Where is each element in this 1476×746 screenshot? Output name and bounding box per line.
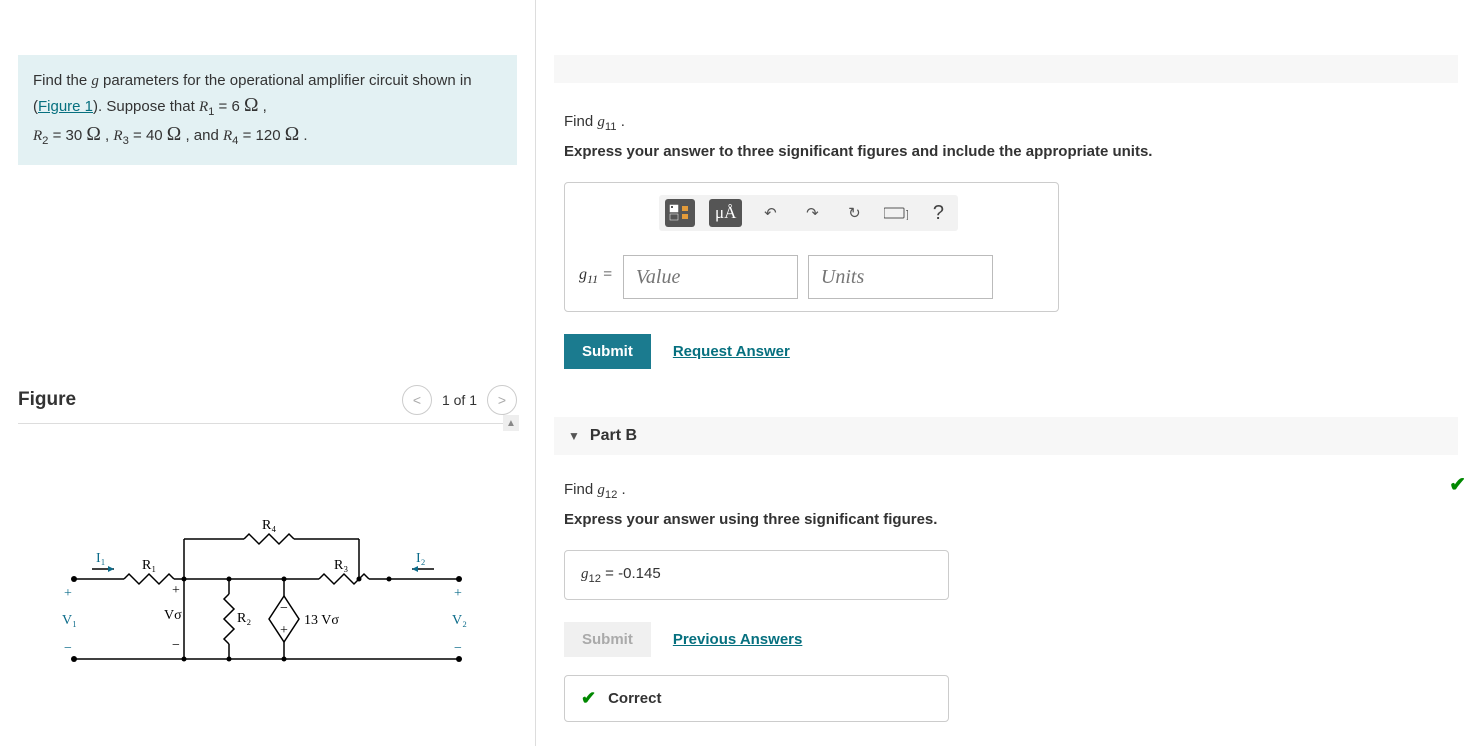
- right-panel: Find g11 . Express your answer to three …: [536, 0, 1476, 746]
- text: Ω: [244, 95, 259, 116]
- figure-count: 1 of 1: [442, 392, 477, 408]
- part-a-banner: [554, 55, 1458, 83]
- correct-label: Correct: [608, 690, 661, 707]
- units-input[interactable]: [808, 255, 993, 299]
- svg-text:−: −: [454, 641, 462, 656]
- text: .: [617, 113, 625, 130]
- left-panel: Find the g parameters for the operationa…: [0, 0, 536, 746]
- text: = 120: [238, 127, 284, 144]
- text: Find: [564, 113, 597, 130]
- text: .: [617, 481, 625, 498]
- svg-text:−: −: [280, 601, 288, 616]
- answer-toolbar: μÅ ↶ ↷ ↻ ] ?: [659, 195, 958, 231]
- keyboard-icon[interactable]: ]: [882, 199, 910, 227]
- text: R: [113, 128, 122, 144]
- svg-text:R₃: R₃: [334, 558, 348, 573]
- text: g: [597, 482, 605, 498]
- text: = 6: [214, 98, 244, 115]
- check-icon: ✔: [1449, 472, 1466, 497]
- text: R: [33, 128, 42, 144]
- text: g: [581, 566, 589, 582]
- figure-nav: < 1 of 1 >: [402, 385, 517, 415]
- help-icon[interactable]: ?: [924, 199, 952, 227]
- part-b-submit-row: Submit Previous Answers: [564, 622, 1458, 657]
- text: = 30: [48, 127, 86, 144]
- svg-text:+: +: [280, 623, 288, 638]
- part-a-prompt: Find g11 .: [564, 113, 1458, 133]
- answer-box: μÅ ↶ ↷ ↻ ] ? g11 =: [564, 182, 1059, 312]
- correct-feedback: ✔ Correct: [564, 675, 949, 722]
- text: R: [199, 99, 208, 115]
- text: Ω: [167, 124, 182, 145]
- svg-text:I₂: I₂: [416, 551, 426, 566]
- text: g: [597, 114, 605, 130]
- text: ). Suppose that: [93, 98, 199, 115]
- previous-answers-link[interactable]: Previous Answers: [673, 631, 803, 648]
- text: 12: [605, 489, 618, 501]
- redo-icon[interactable]: ↷: [798, 199, 826, 227]
- text: Ω: [285, 124, 300, 145]
- figure-next-button[interactable]: >: [487, 385, 517, 415]
- figure-prev-button[interactable]: <: [402, 385, 432, 415]
- caret-down-icon: ▼: [568, 429, 580, 443]
- svg-text:13 Vσ: 13 Vσ: [304, 613, 339, 628]
- units-icon[interactable]: μÅ: [709, 199, 742, 227]
- part-b-title: Part B: [590, 427, 637, 445]
- submit-button[interactable]: Submit: [564, 334, 651, 369]
- reset-icon[interactable]: ↻: [840, 199, 868, 227]
- part-a-section: Find g11 . Express your answer to three …: [554, 55, 1458, 369]
- part-b-header[interactable]: ▼ Part B: [554, 417, 1458, 455]
- svg-text:+: +: [172, 583, 180, 598]
- svg-text:R₁: R₁: [142, 558, 156, 573]
- text: 11: [605, 121, 617, 133]
- request-answer-link[interactable]: Request Answer: [673, 343, 790, 360]
- text: .: [299, 127, 307, 144]
- text: R: [223, 128, 232, 144]
- input-label: g11 =: [579, 266, 613, 287]
- template-picker-icon[interactable]: [665, 199, 695, 227]
- figure-title: Figure: [18, 389, 76, 411]
- submit-button-disabled: Submit: [564, 622, 651, 657]
- undo-icon[interactable]: ↶: [756, 199, 784, 227]
- svg-text:I₁: I₁: [96, 551, 106, 566]
- text: , and: [181, 127, 223, 144]
- svg-text:−: −: [64, 641, 72, 656]
- svg-text:+: +: [454, 586, 462, 601]
- text: Ω: [86, 124, 101, 145]
- svg-text:Vσ: Vσ: [164, 608, 182, 623]
- check-icon: ✔: [581, 688, 596, 709]
- part-b-answer: g12 = -0.145: [564, 550, 949, 600]
- svg-text:]: ]: [906, 209, 908, 220]
- svg-text:V₁: V₁: [62, 613, 77, 628]
- circuit-figure: .wire { stroke:#000; stroke-width:1.5; f…: [18, 424, 517, 714]
- input-row: g11 =: [579, 255, 1044, 299]
- svg-text:R₄: R₄: [262, 518, 276, 533]
- svg-text:−: −: [172, 638, 180, 653]
- text: Find the: [33, 72, 91, 89]
- submit-row: Submit Request Answer: [564, 334, 1458, 369]
- figure-link[interactable]: Figure 1: [38, 98, 93, 115]
- text: ,: [258, 98, 266, 115]
- text: ,: [101, 127, 114, 144]
- svg-text:V₂: V₂: [452, 613, 467, 628]
- text: Find: [564, 481, 597, 498]
- svg-text:R₂: R₂: [237, 611, 251, 626]
- svg-text:+: +: [64, 586, 72, 601]
- part-b-prompt: Find g12 .: [564, 481, 1458, 501]
- text: =: [601, 565, 618, 582]
- text: = 40: [129, 127, 167, 144]
- answer-value: -0.145: [618, 565, 661, 582]
- part-b-body: Find g12 . Express your answer using thr…: [564, 481, 1458, 722]
- value-input[interactable]: [623, 255, 798, 299]
- problem-statement: Find the g parameters for the operationa…: [18, 55, 517, 165]
- text: g: [91, 73, 99, 89]
- part-a-instruction: Express your answer to three significant…: [564, 143, 1458, 160]
- text: 12: [589, 573, 602, 585]
- figure-header: Figure < 1 of 1 >: [18, 385, 517, 424]
- part-b-instruction: Express your answer using three signific…: [564, 511, 1458, 528]
